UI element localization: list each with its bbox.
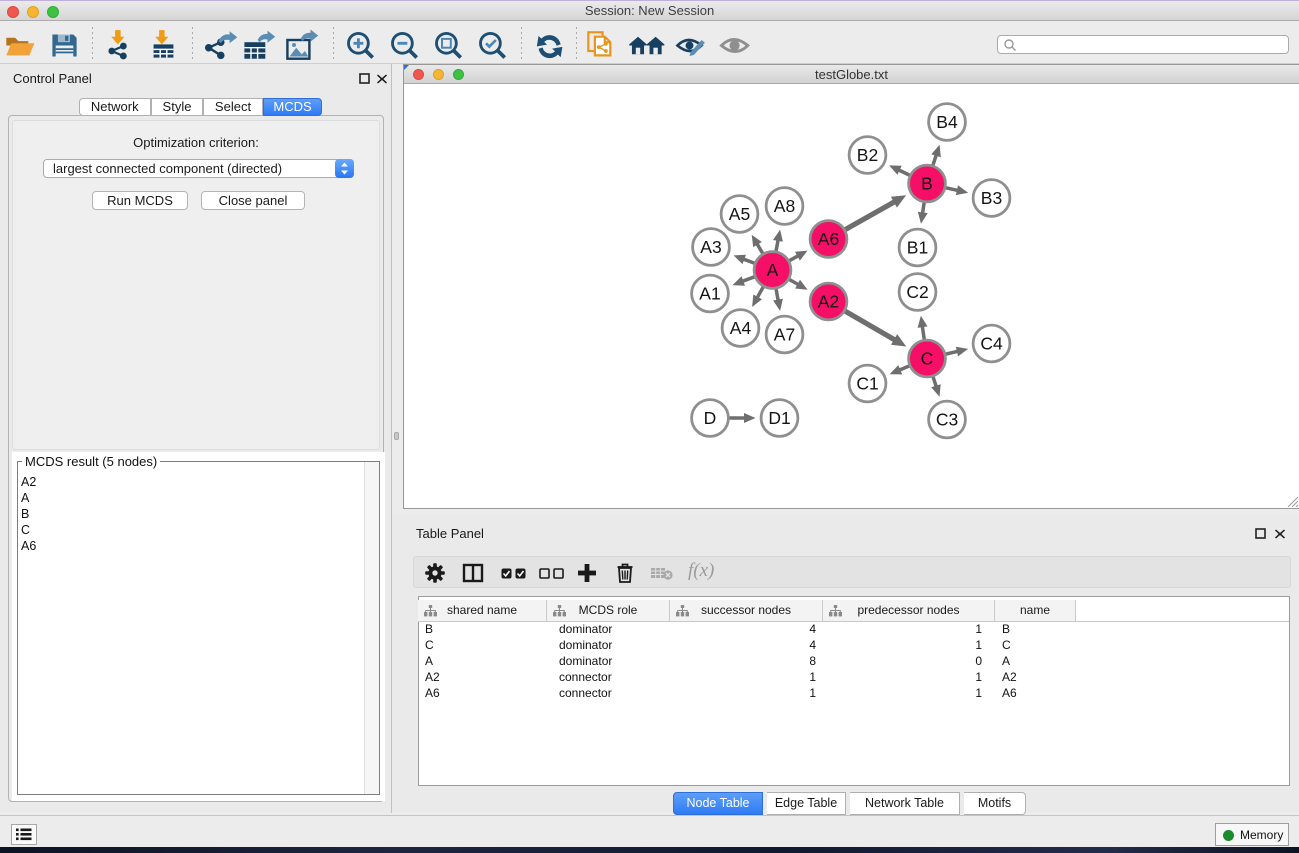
svg-text:A7: A7 xyxy=(774,325,795,345)
svg-text:A5: A5 xyxy=(729,204,750,224)
svg-text:B1: B1 xyxy=(907,238,928,258)
svg-text:A8: A8 xyxy=(774,196,795,216)
svg-text:C: C xyxy=(921,349,934,369)
svg-text:A: A xyxy=(767,260,779,280)
svg-text:C2: C2 xyxy=(906,282,928,302)
svg-text:A4: A4 xyxy=(730,318,752,338)
svg-text:D: D xyxy=(704,408,717,428)
svg-text:B2: B2 xyxy=(857,145,878,165)
svg-text:A1: A1 xyxy=(699,284,720,304)
svg-text:A6: A6 xyxy=(818,229,839,249)
svg-text:B4: B4 xyxy=(936,112,958,132)
svg-text:B3: B3 xyxy=(981,188,1002,208)
svg-text:A2: A2 xyxy=(818,292,839,312)
svg-text:C4: C4 xyxy=(980,334,1003,354)
svg-text:C1: C1 xyxy=(856,374,878,394)
svg-text:D1: D1 xyxy=(768,408,790,428)
svg-text:B: B xyxy=(921,174,933,194)
svg-text:A3: A3 xyxy=(700,237,721,257)
svg-text:C3: C3 xyxy=(936,410,958,430)
